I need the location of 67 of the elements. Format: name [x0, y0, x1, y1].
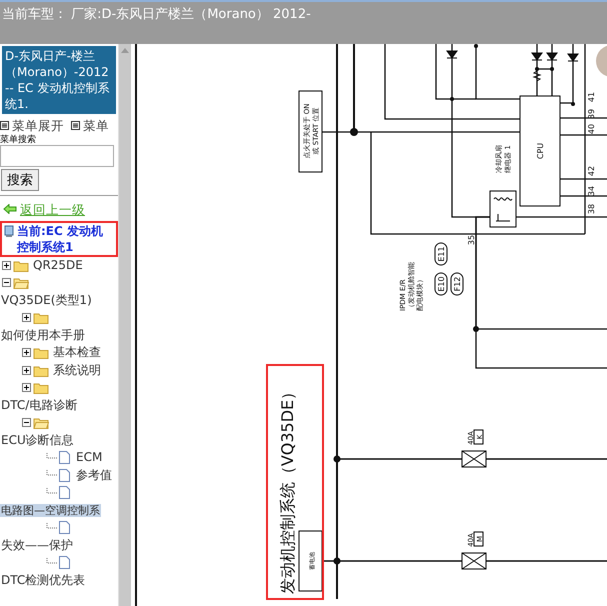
expand-icon[interactable] [22, 313, 31, 322]
fuse-code-frame [474, 430, 484, 444]
menu-link[interactable]: 菜单展开 [12, 117, 64, 134]
diagram-title: 发动机控制系统（VQ35DE） [278, 384, 297, 594]
menu-link[interactable]: 菜单 [83, 117, 109, 134]
folder-icon [33, 311, 49, 324]
tree-item[interactable]: 失效——保护 [0, 538, 74, 552]
model-banner: D-东风日产-楼兰（Morano）-2012-- EC 发动机控制系统1. [2, 46, 116, 114]
document-icon [58, 468, 71, 483]
pin-number: 41 [587, 92, 596, 102]
expand-icon[interactable] [2, 260, 11, 270]
expand-icon[interactable] [22, 348, 31, 358]
fuse-symbol [462, 552, 486, 570]
relay-symbol [490, 190, 516, 228]
folder-icon [33, 364, 49, 377]
search-label: 菜单搜索 [0, 134, 37, 144]
tree-item[interactable]: 基本检查 [52, 345, 102, 360]
diode-symbol [568, 54, 579, 62]
expand-icon[interactable] [22, 383, 31, 392]
document-icon [58, 555, 71, 570]
tree-item[interactable]: VQ35DE(类型1) [0, 292, 93, 307]
document-icon [58, 485, 71, 500]
diode-symbol [446, 50, 458, 58]
connector-label: E11 [437, 246, 446, 262]
connector-label: E10 [437, 276, 446, 292]
folder-icon [33, 416, 49, 430]
tree-item[interactable]: DTC检测优先表 [0, 572, 86, 587]
pin-number: 42 [587, 166, 596, 176]
tree-item[interactable]: 参考值 [75, 468, 113, 482]
diode-symbol [546, 52, 558, 60]
tree-item[interactable]: 系统说明 [52, 362, 102, 377]
expand-icon[interactable] [22, 366, 31, 375]
document-icon [58, 520, 71, 536]
resistor-symbol [532, 70, 542, 82]
connector-label: F12 [453, 276, 462, 292]
folder-icon [33, 346, 49, 360]
left-arrow-icon [3, 204, 17, 214]
tree-item[interactable]: ECU诊断信息 [0, 432, 75, 447]
pin-number: 40 [587, 124, 596, 134]
current-label: 当前:EC 发动机控制系统1 [17, 222, 104, 255]
diode-symbol [532, 52, 543, 60]
computer-icon [4, 224, 14, 238]
menu-icon [71, 121, 80, 130]
folder-icon [13, 258, 29, 272]
search-button[interactable]: 搜索 [1, 168, 39, 190]
tree-item[interactable]: ECM [75, 450, 104, 464]
menu-icon [0, 121, 9, 130]
tree-item[interactable]: DTC/电路诊断 [0, 398, 78, 412]
folder-icon [33, 381, 49, 394]
header-title: 当前车型： 厂家:D-东风日产楼兰（Morano） 2012- [1, 6, 312, 23]
collapse-icon[interactable] [22, 418, 31, 428]
tree-item[interactable]: QR25DE [32, 258, 84, 272]
tree-item[interactable]: 如何使用本手册 [0, 328, 86, 342]
scrollbar[interactable] [118, 44, 131, 606]
disc-drawing [596, 45, 607, 77]
tree-item[interactable]: 电路图—空调控制系 [0, 504, 101, 517]
pin-number: 35 [467, 234, 476, 246]
document-icon [58, 450, 71, 466]
search-field[interactable] [0, 144, 114, 166]
fuse-symbol [462, 450, 486, 468]
folder-icon [13, 276, 29, 290]
fuse-code-frame [474, 532, 484, 546]
battery-block [298, 530, 322, 592]
pin-number: 38 [587, 204, 596, 214]
collapse-icon[interactable] [2, 278, 11, 288]
cpu-label: CPU [536, 142, 545, 160]
pin-number: 34 [587, 186, 596, 196]
